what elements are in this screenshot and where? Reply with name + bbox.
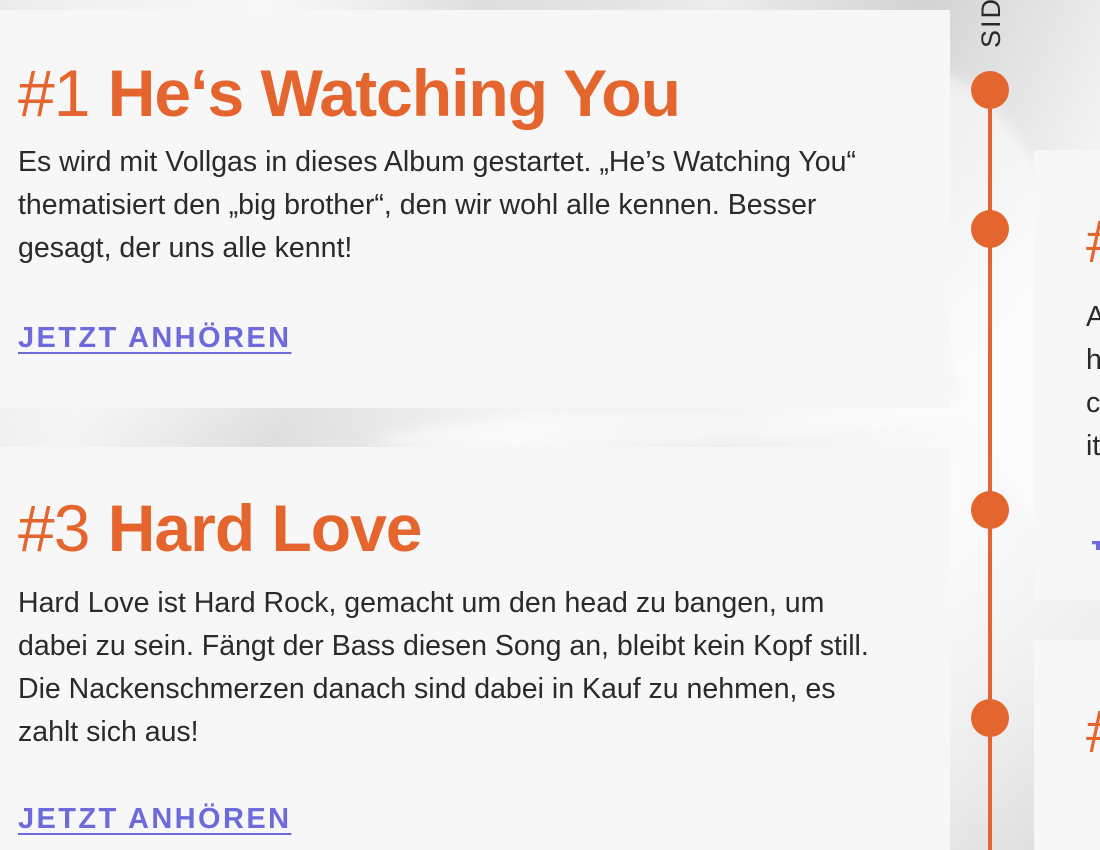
- song-title: #1 He‘s Watching You: [18, 60, 681, 126]
- song-description: Es wird mit Vollgas in dieses Album gest…: [18, 146, 856, 264]
- song-card-1: #1 He‘s Watching You Es wird mit Vollgas…: [0, 10, 950, 408]
- side-label: SIDE: [972, 0, 1012, 58]
- description-fragment: it: [1086, 430, 1100, 462]
- song-number-fragment: #: [1086, 702, 1100, 752]
- listen-now-link[interactable]: JETZT ANHÖREN: [18, 803, 291, 836]
- song-description: Hard Love ist Hard Rock, gemacht um den …: [18, 587, 869, 748]
- timeline-dot: [971, 491, 1009, 529]
- listen-now-link[interactable]: JETZT ANHÖREN: [18, 322, 291, 355]
- song-number: #1: [18, 56, 90, 130]
- description-fragment: c: [1086, 387, 1100, 419]
- description-fragment: h: [1086, 344, 1100, 376]
- side-label-text: SIDE: [976, 0, 1006, 48]
- description-fragment: A: [1086, 301, 1100, 333]
- listen-now-link-fragment[interactable]: J: [1086, 536, 1100, 550]
- timeline-dot: [971, 71, 1009, 109]
- song-number-fragment: #: [1086, 212, 1100, 262]
- timeline-dot: [971, 699, 1009, 737]
- song-card-3: #3 Hard Love Hard Love ist Hard Rock, ge…: [0, 447, 950, 850]
- timeline-dot: [971, 210, 1009, 248]
- song-name: Hard Love: [107, 491, 423, 565]
- song-number: #3: [18, 491, 90, 565]
- song-name: He‘s Watching You: [107, 56, 681, 130]
- song-title: #3 Hard Love: [18, 495, 423, 561]
